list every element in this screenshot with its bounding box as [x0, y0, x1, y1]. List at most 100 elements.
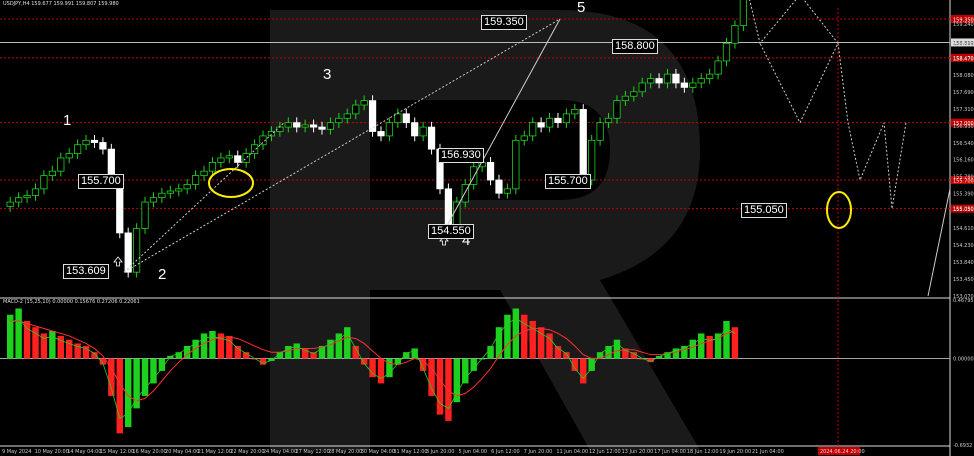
y-tick-label: 155.050	[953, 207, 974, 213]
candle-body	[545, 117, 554, 128]
macd-bar	[200, 333, 208, 359]
candle-body	[486, 161, 495, 181]
candle-body	[65, 153, 73, 159]
candle-body	[141, 201, 149, 229]
candle-body	[15, 197, 23, 203]
y-tick-label: 154.610	[953, 226, 974, 232]
macd-bar	[150, 358, 157, 384]
x-tick-label: 9 May 2024	[2, 449, 31, 455]
x-tick-label: 22 May 20:00	[230, 449, 264, 455]
candle-body	[697, 78, 705, 84]
candle-body	[99, 142, 107, 150]
x-tick-label: 5 Jun 04:00	[459, 449, 488, 455]
macd-bar	[706, 335, 713, 359]
macd-bar	[723, 320, 730, 359]
candle-body	[529, 122, 537, 137]
candle-body	[23, 195, 31, 199]
candle-body	[200, 170, 208, 176]
candle-body	[225, 155, 233, 159]
x-tick-label: 31 May 12:00	[393, 449, 427, 455]
price-label: 158.800	[612, 39, 658, 54]
macd-bar	[428, 358, 435, 396]
macd-bar	[23, 320, 31, 359]
x-tick-label: 3 Jun 20:00	[426, 449, 455, 455]
price-label: 155.700	[545, 174, 591, 189]
candle-body	[562, 113, 571, 124]
y-tick-label: 154.230	[953, 243, 974, 249]
candle-body	[655, 78, 663, 84]
macd-bar	[293, 343, 300, 359]
macd-bar	[462, 358, 469, 384]
macd-bar	[445, 358, 452, 421]
forecast-diamond	[749, 0, 839, 124]
candle-body	[411, 122, 419, 137]
x-tick-label: 19 Jun 20:00	[719, 449, 751, 455]
candle-body	[647, 78, 655, 84]
macd-bar	[226, 335, 233, 359]
candle-body	[242, 153, 250, 163]
logo-r-shape	[270, 10, 700, 450]
candle-body	[360, 100, 368, 106]
x-tick-label: 30 May 04:00	[361, 449, 395, 455]
watermark-logo	[270, 10, 700, 450]
macd-bar	[681, 345, 688, 359]
x-tick-label: 28 May 20:00	[328, 449, 362, 455]
candle-body	[663, 73, 672, 84]
x-tick-label: 17 Jun 04:00	[654, 449, 686, 455]
candle-body	[309, 124, 318, 128]
x-tick-label: 15 May 12:00	[100, 449, 134, 455]
candle-body	[520, 135, 528, 141]
candle-body	[158, 192, 166, 199]
x-tick-label: 16 May 20:00	[132, 449, 166, 455]
candle-body	[326, 122, 335, 130]
candle-body	[57, 157, 65, 172]
time-marker-label: 2024.06.24 20:00	[820, 449, 865, 455]
x-tick-label: 11 Jun 04:00	[556, 449, 588, 455]
macd-tick-label: -0.6932	[953, 443, 972, 449]
forecast-zigzag	[837, 43, 907, 209]
candle-body	[90, 139, 99, 143]
candle-body	[672, 73, 680, 84]
candle-body	[613, 100, 621, 119]
candle-body	[571, 109, 579, 115]
price-label: 154.550	[428, 224, 474, 239]
candle-body	[301, 124, 309, 128]
forecast-extension	[927, 188, 951, 297]
candle-body	[318, 126, 326, 130]
x-tick-label: 14 May 04:00	[67, 449, 101, 455]
x-tick-label: 12 Jun 12:00	[589, 449, 621, 455]
macd-bar	[521, 314, 528, 359]
candle-body	[739, 0, 747, 27]
macd-bar	[436, 358, 444, 415]
candle-body	[604, 117, 613, 124]
candle-body	[217, 157, 225, 163]
y-tick-label: 159.240	[953, 22, 974, 28]
macd-bar	[344, 327, 351, 359]
candle-body	[731, 25, 739, 44]
y-tick-label: 156.540	[953, 141, 974, 147]
y-tick-label: 153.840	[953, 260, 974, 266]
candle-body	[537, 122, 545, 128]
macd-tick-label: 0.46795	[953, 298, 974, 304]
macd-bar	[234, 345, 241, 359]
price-chart-canvas[interactable]: 159.980159.350158.819158.470157.000155.7…	[0, 0, 974, 456]
y-tick-label: 157.690	[953, 90, 974, 96]
candle-body	[48, 170, 56, 176]
candle-body	[680, 82, 688, 88]
y-tick-label: 156.160	[953, 158, 974, 164]
price-label: 155.700	[78, 174, 124, 189]
macd-bar	[15, 308, 22, 359]
macd-bar	[698, 333, 705, 359]
y-tick-label: 156.930	[953, 124, 974, 130]
candle-body	[503, 188, 512, 194]
candle-body	[6, 201, 14, 207]
macd-bar	[529, 320, 536, 359]
price-label: 155.050	[741, 203, 787, 218]
x-tick-label: 21 Jun 04:00	[752, 449, 784, 455]
candle-body	[512, 139, 520, 190]
x-tick-label: 20 May 04:00	[165, 449, 199, 455]
y-tick-label: 158.800	[953, 41, 974, 47]
x-tick-label: 21 May 12:00	[198, 449, 232, 455]
y-tick-label: 155.780	[953, 174, 974, 180]
candle-body	[630, 91, 638, 97]
